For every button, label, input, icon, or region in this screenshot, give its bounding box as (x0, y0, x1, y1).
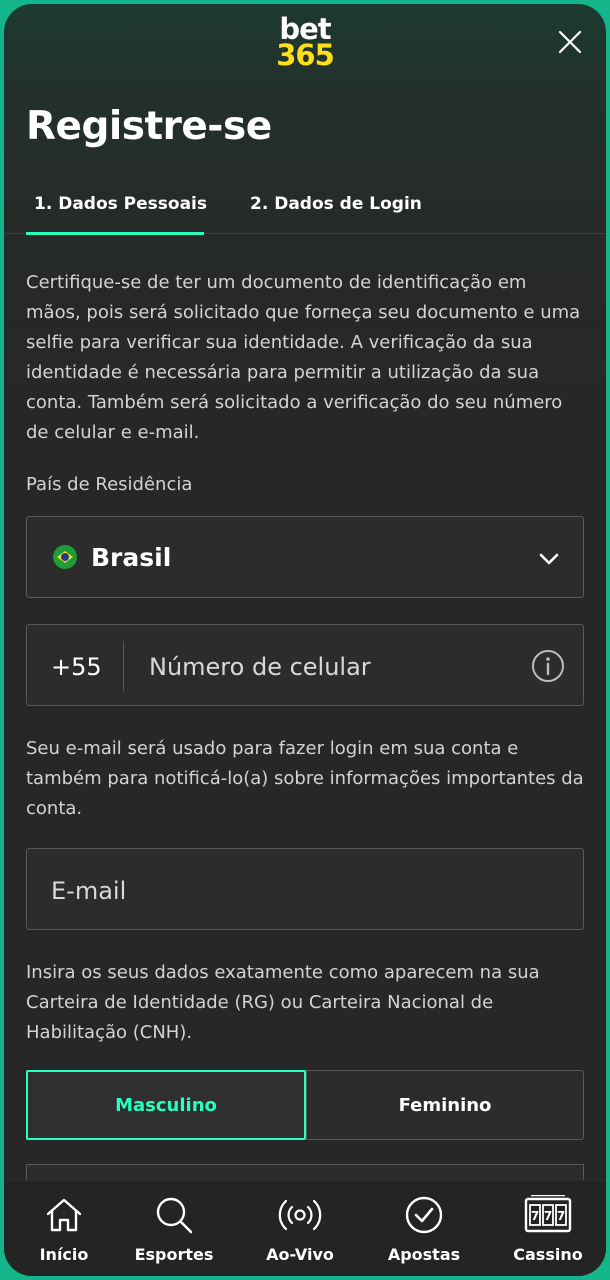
info-icon[interactable] (531, 649, 565, 683)
logo-text-365: 365 (276, 38, 335, 72)
home-icon (46, 1198, 82, 1232)
search-icon (156, 1197, 193, 1234)
active-tab-indicator (26, 232, 204, 235)
id-notice-text: Insira os seus dados exatamente como apa… (26, 962, 540, 1043)
live-icon (278, 1199, 322, 1231)
nav-item-cassino[interactable]: 7 7 7 Cassino (488, 1181, 606, 1276)
phone-divider (123, 641, 124, 691)
bottom-navigation: Início Esportes Ao-Vivo Apostas 7 7 7 Ca… (4, 1180, 606, 1276)
country-label: País de Residência (26, 474, 193, 495)
nav-label-esportes: Esportes (134, 1245, 214, 1264)
nav-item-apostas[interactable]: Apostas (364, 1181, 484, 1276)
svg-text:7: 7 (557, 1209, 565, 1223)
phone-input[interactable]: Número de celular (149, 653, 371, 681)
check-circle-icon (405, 1196, 443, 1234)
nav-label-apostas: Apostas (387, 1245, 461, 1264)
page-title: Registre-se (26, 104, 272, 149)
svg-text:7: 7 (531, 1209, 539, 1223)
gender-male-button[interactable]: Masculino (26, 1070, 306, 1140)
tab-dados-pessoais[interactable]: 1. Dados Pessoais (34, 194, 207, 214)
country-value: Brasil (91, 543, 172, 572)
email-field[interactable]: E-mail (26, 848, 584, 930)
nav-label-cassino: Cassino (513, 1245, 583, 1264)
email-notice-text: Seu e-mail será usado para fazer login e… (26, 738, 584, 819)
registration-steps: 1. Dados Pessoais 2. Dados de Login (4, 184, 606, 235)
bet365-logo[interactable]: bet 365 (4, 15, 606, 72)
country-select[interactable]: Brasil (26, 516, 584, 598)
gender-female-button[interactable]: Feminino (306, 1070, 584, 1140)
phone-field[interactable]: +55 Número de celular (26, 624, 584, 706)
tab-dados-de-login[interactable]: 2. Dados de Login (250, 194, 422, 214)
close-icon[interactable] (556, 28, 584, 56)
slot-machine-icon: 7 7 7 (524, 1195, 572, 1233)
nav-item-esportes[interactable]: Esportes (114, 1181, 234, 1276)
svg-text:7: 7 (544, 1209, 552, 1223)
brazil-flag-icon (53, 545, 77, 569)
app-screen: bet 365 Registre-se 1. Dados Pessoais 2.… (4, 4, 606, 1276)
nav-label-ao-vivo: Ao-Vivo (266, 1245, 334, 1264)
nav-label-inicio: Início (39, 1245, 89, 1264)
email-input[interactable]: E-mail (51, 877, 126, 905)
nav-item-inicio[interactable]: Início (4, 1181, 124, 1276)
phone-country-code[interactable]: +55 (51, 653, 102, 681)
chevron-down-icon (539, 553, 559, 565)
identity-notice-text: Certifique-se de ter um documento de ide… (26, 272, 581, 443)
nav-item-ao-vivo[interactable]: Ao-Vivo (240, 1181, 360, 1276)
